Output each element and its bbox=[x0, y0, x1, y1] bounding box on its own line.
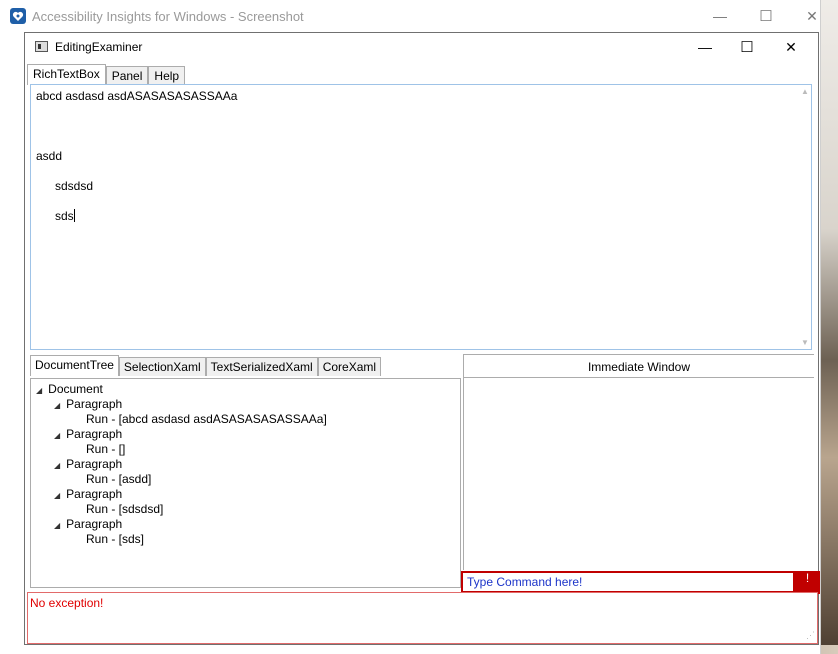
command-error-indicator: ! bbox=[795, 571, 820, 594]
expand-triangle-icon[interactable]: ◢ bbox=[54, 461, 60, 470]
inner-window-title: EditingExaminer bbox=[55, 40, 143, 54]
inner-title-bar: EditingExaminer — ☐ ✕ bbox=[25, 33, 818, 61]
tab-help[interactable]: Help bbox=[148, 66, 186, 85]
scroll-down-icon[interactable]: ▼ bbox=[801, 338, 809, 347]
tree-node-paragraph[interactable]: ◢ Paragraph bbox=[54, 487, 122, 501]
tree-node-paragraph[interactable]: ◢ Paragraph bbox=[54, 517, 122, 531]
tree-node-paragraph[interactable]: ◢ Paragraph bbox=[54, 397, 122, 411]
immediate-window-output[interactable] bbox=[464, 378, 814, 570]
desktop-background bbox=[820, 0, 838, 654]
outer-close-button[interactable]: ✕ bbox=[789, 0, 835, 32]
tree-node-run[interactable]: Run - [sds] bbox=[86, 532, 144, 546]
tab-selectionxaml[interactable]: SelectionXaml bbox=[118, 357, 206, 376]
tab-panel[interactable]: Panel bbox=[105, 66, 149, 85]
command-input[interactable]: Type Command here! bbox=[461, 571, 795, 593]
tree-node-document[interactable]: ◢ Document bbox=[36, 382, 103, 396]
text-line: sds bbox=[55, 209, 75, 223]
bottom-tab-strip: DocumentTree SelectionXaml TextSerialize… bbox=[30, 354, 382, 376]
immediate-window-header: Immediate Window bbox=[464, 354, 814, 378]
tree-node-run[interactable]: Run - [] bbox=[86, 442, 125, 456]
tab-documenttree[interactable]: DocumentTree bbox=[30, 355, 119, 376]
text-line: abcd asdasd asdASASASASASSAAa bbox=[36, 89, 238, 103]
expand-triangle-icon[interactable]: ◢ bbox=[54, 401, 60, 410]
document-panel: DocumentTree SelectionXaml TextSerialize… bbox=[30, 354, 462, 589]
top-tab-strip: RichTextBox Panel Help bbox=[27, 64, 186, 85]
expand-triangle-icon[interactable]: ◢ bbox=[54, 431, 60, 440]
scroll-up-icon[interactable]: ▲ bbox=[801, 87, 809, 96]
document-tree: ◢ Document ◢ Paragraph Run - [abcd asdasd … bbox=[30, 378, 461, 588]
tree-node-run[interactable]: Run - [sdsdsd] bbox=[86, 502, 163, 516]
exception-panel: No exception! ⋰ bbox=[27, 592, 818, 644]
tab-corexaml[interactable]: CoreXaml bbox=[317, 357, 382, 376]
accessibility-insights-icon bbox=[10, 8, 26, 24]
inner-close-button[interactable]: ✕ bbox=[769, 33, 813, 61]
vertical-scrollbar[interactable]: ▲ ▼ bbox=[799, 85, 811, 349]
text-line: asdd bbox=[36, 149, 63, 163]
inner-minimize-button[interactable]: — bbox=[683, 33, 727, 61]
text-line: sdsdsd bbox=[55, 179, 94, 193]
outer-window-title: Accessibility Insights for Windows - Scr… bbox=[32, 9, 304, 24]
immediate-window-panel: Immediate Window bbox=[463, 354, 814, 570]
tree-node-run[interactable]: Run - [abcd asdasd asdASASASASASSAAa] bbox=[86, 412, 327, 426]
tree-node-paragraph[interactable]: ◢ Paragraph bbox=[54, 427, 122, 441]
tab-richtextbox[interactable]: RichTextBox bbox=[27, 64, 106, 85]
expand-triangle-icon[interactable]: ◢ bbox=[54, 491, 60, 500]
rich-text-box[interactable]: abcd asdasd asdASASASASASSAAa asdd sdsds… bbox=[30, 84, 812, 350]
outer-title-bar: Accessibility Insights for Windows - Scr… bbox=[0, 0, 820, 32]
window-icon bbox=[35, 41, 48, 52]
text-caret bbox=[73, 209, 75, 222]
outer-maximize-button[interactable]: ☐ bbox=[743, 0, 789, 32]
resize-grip-icon[interactable]: ⋰ bbox=[806, 630, 815, 641]
expand-triangle-icon[interactable]: ◢ bbox=[54, 521, 60, 530]
inner-maximize-button[interactable]: ☐ bbox=[725, 33, 769, 61]
exception-text: No exception! bbox=[30, 596, 104, 610]
outer-minimize-button[interactable]: — bbox=[697, 0, 743, 32]
tree-node-run[interactable]: Run - [asdd] bbox=[86, 472, 151, 486]
outer-window: Accessibility Insights for Windows - Scr… bbox=[0, 0, 821, 654]
tree-node-paragraph[interactable]: ◢ Paragraph bbox=[54, 457, 122, 471]
expand-triangle-icon[interactable]: ◢ bbox=[36, 386, 42, 395]
editing-examiner-window: EditingExaminer — ☐ ✕ RichTextBox Panel … bbox=[24, 32, 820, 645]
tab-textserializedxaml[interactable]: TextSerializedXaml bbox=[205, 357, 318, 376]
